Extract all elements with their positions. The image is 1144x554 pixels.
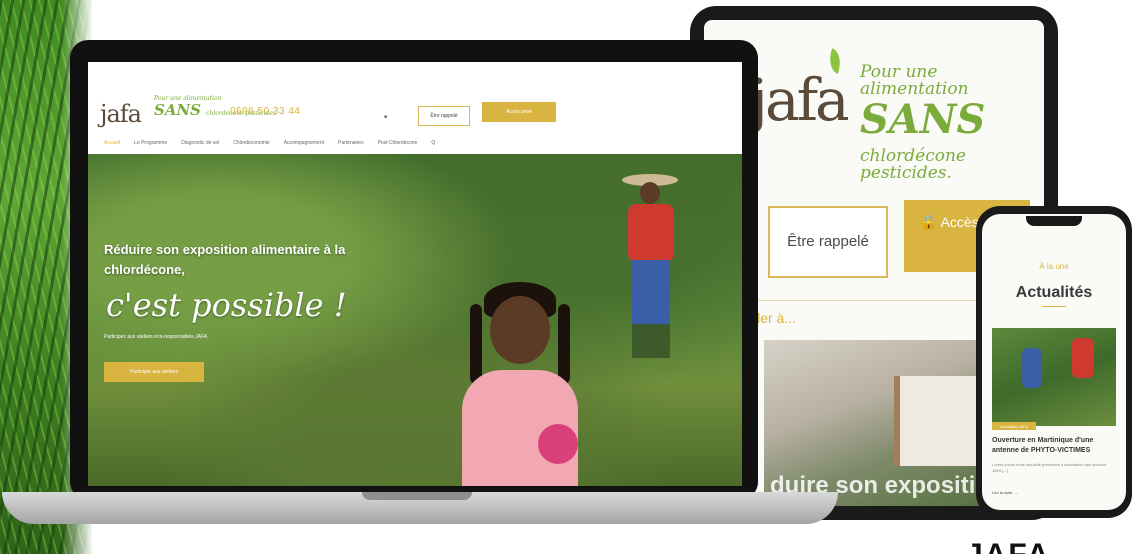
news-body: Lorem ipsum texte actualité présentée à … (992, 462, 1107, 473)
news-badge: Actualités JAFA (992, 422, 1036, 430)
man-figure (618, 174, 688, 364)
read-more-link[interactable]: Lire la suite → (992, 490, 1018, 495)
corner-brand-text: JAFA (966, 540, 1051, 554)
tablet-slogan: Pour une alimentation SANS chlordécone p… (860, 64, 1044, 182)
tablet-call-button[interactable]: Être rappelé (768, 206, 888, 278)
laptop-slogan-sans: SANS (154, 101, 202, 119)
laptop-hero: Réduire son exposition alimentaire à la … (88, 154, 742, 486)
tablet-slogan-line2: chlordécone pesticides. (860, 146, 966, 183)
title-underline (1042, 306, 1066, 307)
hero-subtitle: Participez aux ateliers éco-responsables… (104, 334, 208, 340)
tablet-logo[interactable]: jafa (750, 66, 850, 134)
laptop-notch (362, 492, 472, 500)
hero-title: Réduire son exposition alimentaire à la … (104, 242, 346, 277)
hero-script: c'est possible ! (106, 286, 347, 324)
laptop-access-button[interactable]: Accès privé (482, 102, 556, 122)
phone-notch (1026, 216, 1082, 226)
phone-number[interactable]: 0696 50 33 44 (230, 106, 300, 117)
laptop-screen: jafa Pour une alimentation SANS chlordéc… (88, 62, 742, 486)
tablet-slogan-line1: Pour une alimentation (860, 62, 969, 99)
lock-icon: 🔒 (920, 214, 938, 230)
news-headline[interactable]: Ouverture en Martinique d'une antenne de… (992, 436, 1116, 456)
phone-device: À la une Actualités Actualités JAFA Ouve… (976, 206, 1132, 518)
social-icon[interactable]: ■ (384, 114, 387, 120)
phone-screen: À la une Actualités Actualités JAFA Ouve… (982, 214, 1126, 510)
hero-button[interactable]: Participer aux ateliers (104, 362, 204, 382)
laptop-base (2, 492, 838, 524)
phone-title: Actualités (1015, 284, 1093, 301)
tablet-menu-hint[interactable]: ller à... (754, 310, 796, 326)
laptop-call-button[interactable]: Être rappelé (418, 106, 470, 126)
tablet-slogan-sans: SANS (860, 96, 986, 143)
laptop-logo[interactable]: jafa (100, 100, 142, 128)
news-photo[interactable] (992, 328, 1116, 426)
mockup-stage: jafa Pour une alimentation SANS chlordéc… (0, 0, 1144, 554)
girl-figure (448, 274, 598, 486)
laptop-device: jafa Pour une alimentation SANS chlordéc… (70, 40, 758, 500)
phone-kicker: À la une (1039, 262, 1069, 271)
